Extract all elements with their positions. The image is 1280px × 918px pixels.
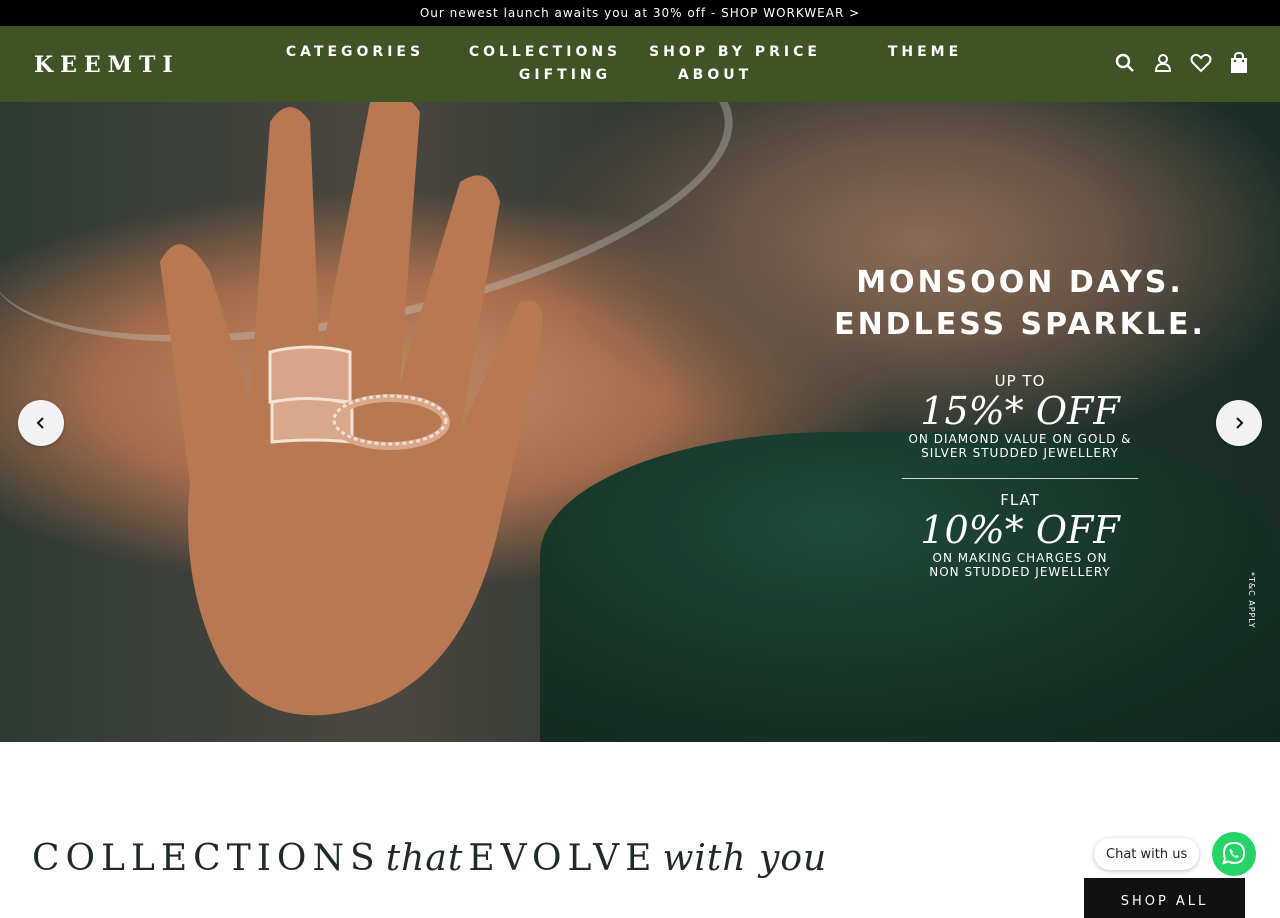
hero-banner[interactable]: MONSOON DAYS. ENDLESS SPARKLE. UP TO 15%… [0,102,1280,742]
offer2-prefix: FLAT [1000,491,1040,509]
header-icons [1114,52,1250,74]
search-icon[interactable] [1114,52,1136,74]
brand-logo[interactable]: KEEMTI [34,52,180,78]
site-header: KEEMTI CATEGORIES COLLECTIONS SHOP BY PR… [0,26,1280,102]
hero-headline-line1: MONSOON DAYS. [856,265,1184,300]
offer1-desc-line2: SILVER STUDDED JEWELLERY [921,446,1119,460]
heading-word-that: that [385,838,464,879]
offer2-desc-line2: NON STUDDED JEWELLERY [929,565,1111,579]
nav-about[interactable]: ABOUT [640,64,790,87]
chevron-left-icon [36,417,44,429]
offer2-desc-line1: ON MAKING CHARGES ON [932,551,1108,565]
heading-word-with-you: with you [662,838,828,879]
shop-all-button[interactable]: SHOP ALL [1084,878,1245,918]
nav-collections[interactable]: COLLECTIONS [450,41,640,64]
nav-gifting[interactable]: GIFTING [490,64,640,87]
account-icon[interactable] [1152,52,1174,74]
hand-with-rings-image [160,102,543,716]
terms-apply-note: *T&C APPLY [1247,572,1256,629]
collections-heading: COLLECTIONS that EVOLVE with you [32,838,827,879]
chat-with-us-label[interactable]: Chat with us [1094,838,1200,870]
nav-shop-by-price[interactable]: SHOP BY PRICE [640,41,830,64]
whatsapp-icon [1221,841,1246,865]
wishlist-heart-icon[interactable] [1190,52,1212,74]
nav-theme[interactable]: THEME [830,41,1020,64]
offer1-desc-line1: ON DIAMOND VALUE ON GOLD & [908,432,1132,446]
heading-word-collections: COLLECTIONS [32,838,381,879]
offer1-prefix: UP TO [994,372,1046,390]
offer1-value: 15%* OFF [920,389,1120,433]
announcement-text[interactable]: Our newest launch awaits you at 30% off … [420,6,860,20]
heading-word-evolve: EVOLVE [468,838,658,879]
whatsapp-chat-button[interactable] [1212,832,1256,876]
promo-divider [902,478,1138,479]
shopping-bag-icon[interactable] [1228,52,1250,74]
offer2-value: 10%* OFF [920,508,1120,552]
carousel-prev-button[interactable] [18,400,64,446]
announcement-bar[interactable]: Our newest launch awaits you at 30% off … [0,0,1280,26]
main-nav: CATEGORIES COLLECTIONS SHOP BY PRICE THE… [260,41,1020,87]
hero-promo: MONSOON DAYS. ENDLESS SPARKLE. UP TO 15%… [800,262,1240,579]
nav-categories[interactable]: CATEGORIES [260,41,450,64]
hero-headline-line2: ENDLESS SPARKLE. [834,307,1206,342]
